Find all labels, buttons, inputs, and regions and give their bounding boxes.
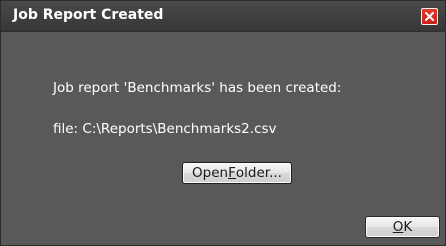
dialog-title: Job Report Created xyxy=(13,7,164,23)
open-folder-label-pre: Open xyxy=(192,165,229,181)
close-icon xyxy=(425,12,434,21)
open-folder-button[interactable]: Open Folder... xyxy=(182,162,292,184)
open-folder-mnemonic: F xyxy=(228,165,236,181)
message-text: Job report 'Benchmarks' has been created… xyxy=(53,80,342,96)
dialog-titlebar[interactable]: Job Report Created xyxy=(1,1,445,32)
job-report-dialog: Job Report Created Job report 'Benchmark… xyxy=(0,0,446,246)
ok-label-post: K xyxy=(403,219,413,235)
ok-button[interactable]: OK xyxy=(365,216,440,238)
file-path-text: file: C:\Reports\Benchmarks2.csv xyxy=(53,121,277,137)
open-folder-label-post: older... xyxy=(235,165,282,181)
ok-mnemonic: O xyxy=(392,219,404,235)
close-button[interactable] xyxy=(421,8,438,25)
